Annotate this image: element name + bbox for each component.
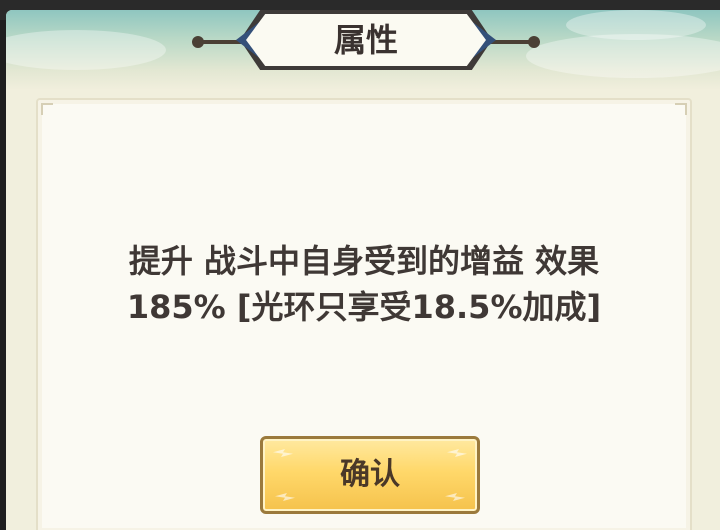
- attribute-description: 提升 战斗中自身受到的增益 效果 185% [光环只享受18.5%加成]: [58, 238, 670, 330]
- cloud-decoration: [526, 34, 720, 78]
- description-line-2: 185% [光环只享受18.5%加成]: [126, 288, 602, 326]
- cloud-decoration: [6, 30, 166, 70]
- panel-corner: [675, 103, 687, 115]
- content-panel: 提升 战斗中自身受到的增益 效果 185% [光环只享受18.5%加成] 确认: [36, 98, 692, 530]
- dialog-title: 属性: [333, 21, 398, 59]
- title-left-knob: [192, 36, 204, 48]
- panel-corner: [41, 103, 53, 115]
- confirm-button[interactable]: 确认: [260, 436, 480, 514]
- attribute-dialog: 属性 提升 战斗中自身受到的增益 效果 185% [光环只享受18.5%加成] …: [6, 10, 720, 530]
- description-line-1: 提升 战斗中自身受到的增益 效果: [128, 242, 600, 280]
- confirm-button-label: 确认: [340, 457, 400, 492]
- cloud-decoration: [566, 10, 706, 40]
- title-plaque: 属性: [192, 10, 540, 70]
- title-right-knob: [528, 36, 540, 48]
